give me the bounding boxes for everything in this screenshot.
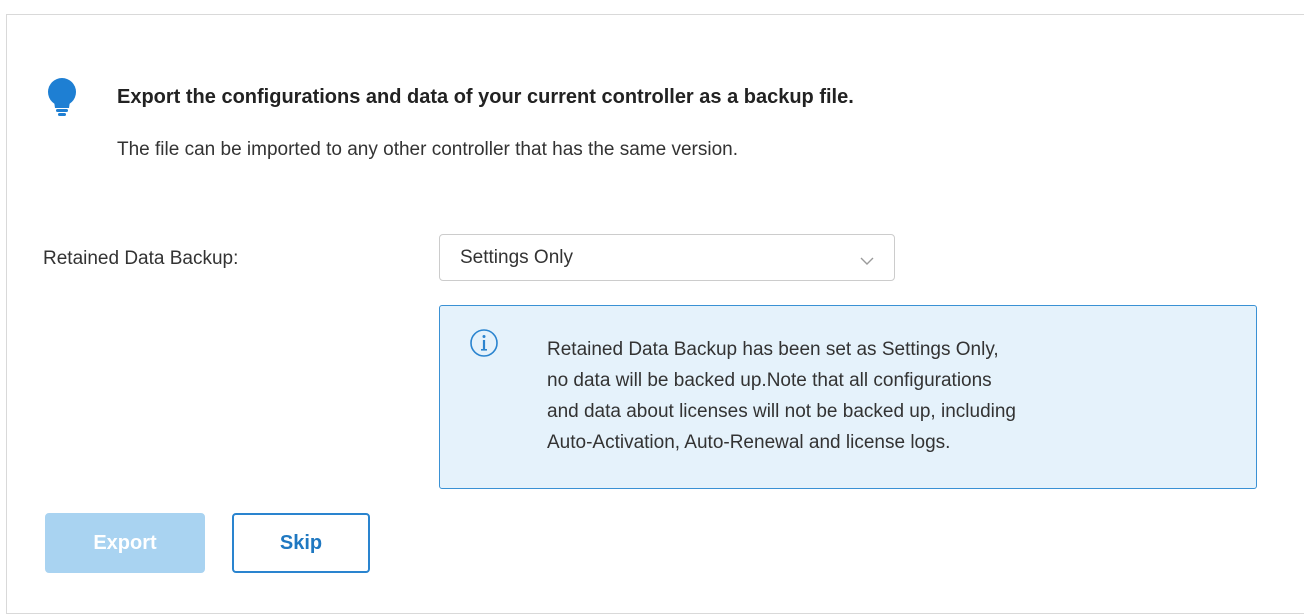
notice-line: Retained Data Backup has been set as Set…: [547, 339, 999, 360]
notice-line: Auto-Activation, Auto-Renewal and licens…: [547, 432, 951, 453]
notice-text: Retained Data Backup has been set as Set…: [547, 334, 1227, 458]
notice-line: and data about licenses will not be back…: [547, 401, 1016, 422]
retained-data-backup-select[interactable]: Settings Only: [439, 234, 895, 281]
chevron-down-icon: [860, 253, 874, 265]
lightbulb-icon: [45, 77, 79, 117]
export-button[interactable]: Export: [45, 513, 205, 573]
page-description: The file can be imported to any other co…: [117, 139, 738, 160]
info-icon: [469, 328, 499, 358]
notice-line: no data will be backed up.Note that all …: [547, 370, 992, 391]
retained-data-backup-label: Retained Data Backup:: [43, 248, 239, 269]
backup-export-panel: Export the configurations and data of yo…: [6, 14, 1304, 614]
retained-data-backup-value: Settings Only: [460, 247, 573, 268]
skip-button[interactable]: Skip: [232, 513, 370, 573]
page-title: Export the configurations and data of yo…: [117, 86, 854, 108]
info-notice: Retained Data Backup has been set as Set…: [439, 305, 1257, 489]
